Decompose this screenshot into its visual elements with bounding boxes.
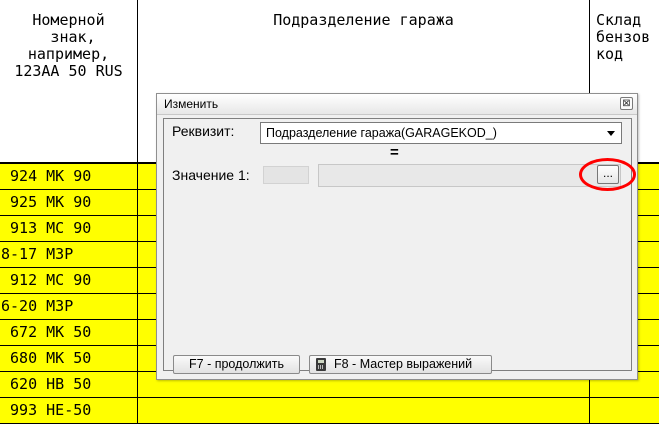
plate-cell[interactable]: 6-20 МЗР — [0, 294, 138, 319]
column-header-plate-label: Номерной знак, например, 123АА 50 RUS — [14, 11, 123, 80]
dialog-titlebar[interactable]: Изменить ⊠ — [157, 94, 637, 115]
plate-cell[interactable]: 672 МК 50 — [0, 320, 138, 345]
dialog-title: Изменить — [164, 97, 219, 111]
expression-wizard-label: F8 - Мастер выражений — [334, 357, 473, 371]
division-cell[interactable] — [138, 398, 590, 423]
plate-cell[interactable]: 913 МС 90 — [0, 216, 138, 241]
calculator-icon — [316, 358, 326, 371]
column-header-plate[interactable]: Номерной знак, например, 123АА 50 RUS — [0, 0, 138, 162]
plate-cell[interactable]: 620 НВ 50 — [0, 372, 138, 397]
requisite-select[interactable]: Подразделение гаража(GARAGEKOD_) — [260, 122, 622, 144]
plate-value: 6-20 МЗР — [1, 297, 74, 315]
plate-value: 993 НЕ-50 — [1, 401, 92, 419]
dialog-panel: Реквизит: Подразделение гаража(GARAGEKOD… — [163, 118, 636, 374]
edit-dialog: Изменить ⊠ Реквизит: Подразделение гараж… — [156, 93, 638, 380]
plate-value: 672 МК 50 — [1, 323, 92, 341]
plate-cell[interactable]: 993 НЕ-50 — [0, 398, 138, 423]
plate-cell[interactable]: 925 МК 90 — [0, 190, 138, 215]
continue-button[interactable]: F7 - продолжить — [173, 355, 300, 374]
plate-value: 912 МС 90 — [1, 271, 92, 289]
warehouse-cell[interactable] — [590, 398, 659, 423]
plate-value: 925 МК 90 — [1, 193, 92, 211]
plate-cell[interactable]: 8-17 МЗР — [0, 242, 138, 267]
column-header-warehouse-label: Склад бензов код — [596, 11, 651, 63]
plate-value: 913 МС 90 — [1, 219, 92, 237]
table-row[interactable]: 993 НЕ-50 — [0, 398, 659, 424]
value-input[interactable] — [318, 164, 621, 187]
plate-cell[interactable]: 912 МС 90 — [0, 268, 138, 293]
value-type-field[interactable] — [263, 166, 309, 184]
highlight-ellipse — [579, 158, 636, 191]
plate-value: 620 НВ 50 — [1, 375, 92, 393]
plate-value: 8-17 МЗР — [1, 245, 74, 263]
column-header-division-label: Подразделение гаража — [273, 11, 454, 29]
plate-cell[interactable]: 924 МК 90 — [0, 164, 138, 189]
plate-cell[interactable]: 680 МК 50 — [0, 346, 138, 371]
chevron-down-icon[interactable] — [607, 131, 615, 136]
requisite-select-value: Подразделение гаража(GARAGEKOD_) — [266, 126, 497, 140]
close-icon[interactable]: ⊠ — [620, 97, 633, 110]
expression-wizard-button[interactable]: F8 - Мастер выражений — [309, 355, 492, 374]
plate-value: 924 МК 90 — [1, 167, 92, 185]
value-label: Значение 1: — [172, 167, 250, 183]
operator-label: = — [390, 144, 399, 161]
plate-value: 680 МК 50 — [1, 349, 92, 367]
requisite-label: Реквизит: — [172, 123, 235, 139]
